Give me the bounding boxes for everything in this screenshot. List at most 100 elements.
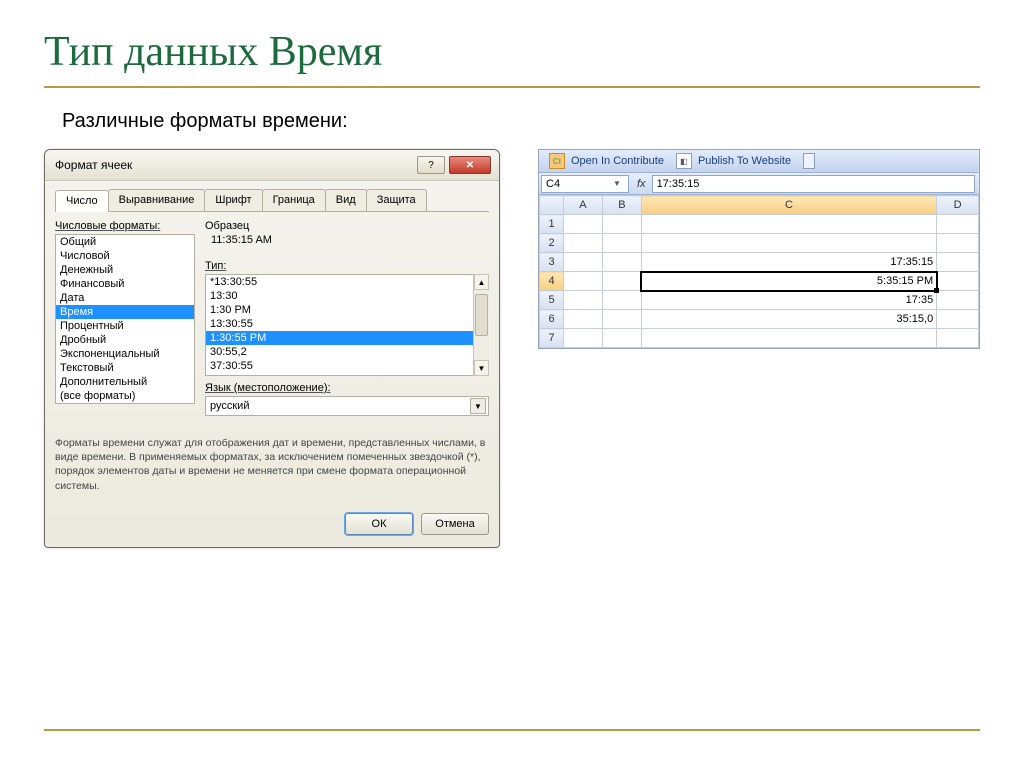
- list-item[interactable]: 13:30: [206, 289, 488, 303]
- scroll-up-icon[interactable]: ▲: [474, 274, 489, 290]
- list-item[interactable]: Общий: [56, 235, 194, 249]
- cell[interactable]: [937, 310, 979, 329]
- cell[interactable]: [564, 272, 603, 291]
- cell[interactable]: [602, 329, 641, 348]
- list-item[interactable]: Дробный: [56, 333, 194, 347]
- locale-label: Язык (местоположение):: [205, 382, 489, 394]
- help-button[interactable]: ?: [417, 156, 445, 174]
- tab-alignment[interactable]: Выравнивание: [108, 189, 206, 211]
- cell[interactable]: [564, 234, 603, 253]
- cell[interactable]: [641, 215, 936, 234]
- row-header-7[interactable]: 7: [540, 329, 564, 348]
- list-item[interactable]: 13:30:55: [206, 317, 488, 331]
- list-item[interactable]: Денежный: [56, 263, 194, 277]
- cell-c5[interactable]: 17:35: [641, 291, 936, 310]
- cell-c3[interactable]: 17:35:15: [641, 253, 936, 272]
- cell[interactable]: [937, 272, 979, 291]
- list-item[interactable]: Время: [56, 305, 194, 319]
- list-item[interactable]: Дата: [56, 291, 194, 305]
- tab-border[interactable]: Граница: [262, 189, 326, 211]
- format-description: Форматы времени служат для отображения д…: [55, 436, 489, 493]
- list-item[interactable]: 37:30:55: [206, 359, 488, 373]
- list-item[interactable]: 30:55,2: [206, 345, 488, 359]
- list-item[interactable]: Экспоненциальный: [56, 347, 194, 361]
- open-in-contribute-button[interactable]: Open In Contribute: [567, 155, 668, 167]
- cell[interactable]: [602, 310, 641, 329]
- spreadsheet-grid[interactable]: A B C D 1 2: [539, 195, 979, 348]
- cell[interactable]: [602, 215, 641, 234]
- dialog-tabs: Число Выравнивание Шрифт Граница Вид Защ…: [55, 189, 489, 212]
- locale-dropdown[interactable]: русский ▼: [205, 396, 489, 416]
- slide-subtitle: Различные форматы времени:: [62, 110, 980, 133]
- fx-label[interactable]: fx: [631, 178, 652, 190]
- cell[interactable]: [564, 215, 603, 234]
- row-header-6[interactable]: 6: [540, 310, 564, 329]
- cell-c4-active[interactable]: 5:35:15 PM: [641, 272, 936, 291]
- locale-value: русский: [210, 400, 249, 412]
- scroll-down-icon[interactable]: ▼: [474, 360, 489, 376]
- list-item[interactable]: Дополнительный: [56, 375, 194, 389]
- col-header-d[interactable]: D: [937, 196, 979, 215]
- cell[interactable]: [937, 253, 979, 272]
- cell[interactable]: [937, 234, 979, 253]
- list-item[interactable]: 1:30:55 PM: [206, 331, 488, 345]
- col-header-c[interactable]: C: [641, 196, 936, 215]
- type-listbox[interactable]: *13:30:55 13:30 1:30 PM 13:30:55 1:30:55…: [205, 274, 489, 376]
- list-item[interactable]: 1:30 PM: [206, 303, 488, 317]
- cell[interactable]: [602, 234, 641, 253]
- cell[interactable]: [564, 253, 603, 272]
- formats-listbox[interactable]: Общий Числовой Денежный Финансовый Дата …: [55, 234, 195, 404]
- formula-bar[interactable]: 17:35:15: [652, 175, 975, 193]
- title-rule: [44, 86, 980, 88]
- col-header-b[interactable]: B: [602, 196, 641, 215]
- col-header-a[interactable]: A: [564, 196, 603, 215]
- cell[interactable]: [641, 329, 936, 348]
- tab-font[interactable]: Шрифт: [204, 189, 262, 211]
- dialog-caption: Формат ячеек: [55, 158, 132, 172]
- type-label: Тип:: [205, 260, 489, 272]
- list-item[interactable]: *13:30:55: [206, 275, 488, 289]
- slide-title: Тип данных Время: [44, 28, 980, 76]
- cancel-button[interactable]: Отмена: [421, 513, 489, 535]
- list-item[interactable]: Числовой: [56, 249, 194, 263]
- tab-number[interactable]: Число: [55, 190, 109, 212]
- list-item[interactable]: (все форматы): [56, 389, 194, 403]
- name-box-value: C4: [546, 178, 560, 190]
- cell[interactable]: [602, 272, 641, 291]
- row-header-5[interactable]: 5: [540, 291, 564, 310]
- row-header-4[interactable]: 4: [540, 272, 564, 291]
- close-button[interactable]: ✕: [449, 156, 491, 174]
- sample-label: Образец: [205, 220, 249, 232]
- type-scrollbar[interactable]: ▲ ▼: [473, 274, 489, 376]
- row-header-3[interactable]: 3: [540, 253, 564, 272]
- contribute-icon[interactable]: Ct: [549, 153, 565, 169]
- select-all-corner[interactable]: [540, 196, 564, 215]
- chevron-down-icon[interactable]: ▼: [610, 179, 624, 188]
- list-item[interactable]: Процентный: [56, 319, 194, 333]
- row-header-1[interactable]: 1: [540, 215, 564, 234]
- cell[interactable]: [602, 253, 641, 272]
- tab-fill[interactable]: Вид: [325, 189, 367, 211]
- row-header-2[interactable]: 2: [540, 234, 564, 253]
- publish-icon[interactable]: ◧: [676, 153, 692, 169]
- publish-to-website-button[interactable]: Publish To Website: [694, 155, 795, 167]
- cell-c6[interactable]: 35:15,0: [641, 310, 936, 329]
- tab-protection[interactable]: Защита: [366, 189, 427, 211]
- name-box[interactable]: C4 ▼: [541, 175, 629, 193]
- cell[interactable]: [564, 291, 603, 310]
- sample-value: 11:35:15 AM: [205, 232, 489, 254]
- cell[interactable]: [937, 291, 979, 310]
- scroll-thumb[interactable]: [475, 294, 488, 336]
- cell[interactable]: [564, 310, 603, 329]
- toolbar-overflow-icon[interactable]: [803, 153, 815, 169]
- formula-value: 17:35:15: [657, 178, 700, 190]
- cell[interactable]: [641, 234, 936, 253]
- cell[interactable]: [937, 329, 979, 348]
- chevron-down-icon[interactable]: ▼: [470, 398, 486, 414]
- list-item[interactable]: Текстовый: [56, 361, 194, 375]
- cell[interactable]: [602, 291, 641, 310]
- ok-button[interactable]: ОК: [345, 513, 413, 535]
- cell[interactable]: [564, 329, 603, 348]
- cell[interactable]: [937, 215, 979, 234]
- list-item[interactable]: Финансовый: [56, 277, 194, 291]
